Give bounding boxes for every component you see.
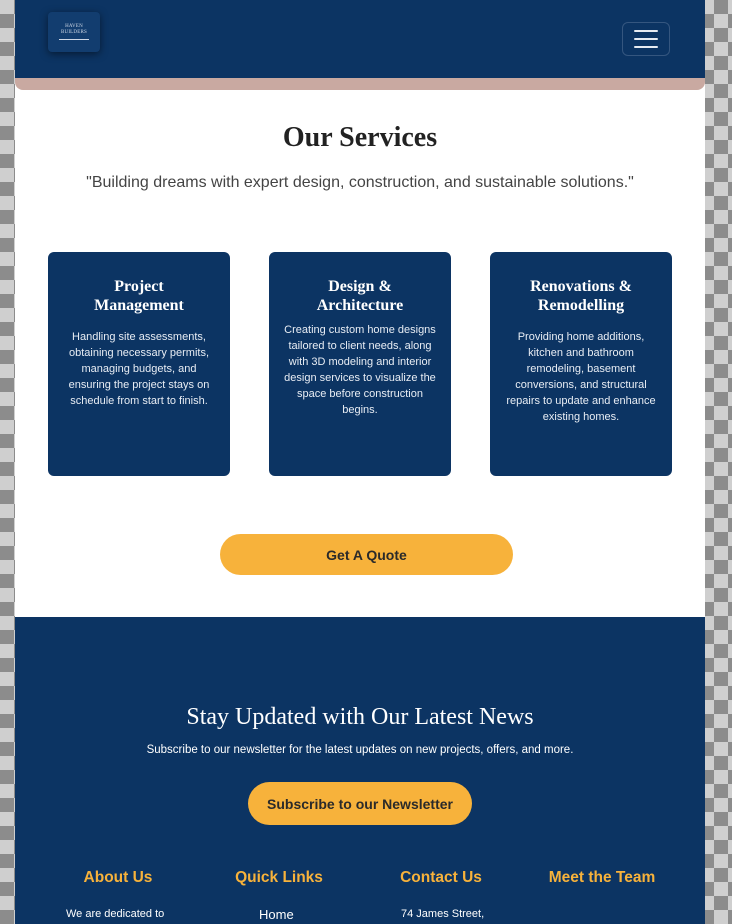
footer-col-quick-links: Quick Links [199,869,359,887]
logo-line-2: BUILDERS [60,30,88,35]
footer-link-home[interactable]: Home [259,907,294,922]
newsletter-subtitle: Subscribe to our newsletter for the late… [146,744,574,756]
page: HAVEN BUILDERS Our Services "Building dr… [15,0,705,924]
logo[interactable]: HAVEN BUILDERS [48,12,100,52]
menu-bar [634,38,658,40]
get-a-quote-button[interactable]: Get A Quote [220,534,513,575]
footer-heading-contact: Contact Us [400,869,482,886]
newsletter-section: Stay Updated with Our Latest News Subscr… [15,617,705,924]
footer-about-text: We are dedicated to [66,908,165,920]
footer-heading-about: About Us [83,869,153,886]
service-card-project-management: Project Management Handling site assessm… [48,252,230,476]
card-text: Creating custom home designs tailored to… [284,324,436,416]
services-section: Our Services "Building dreams with exper… [15,90,705,617]
navbar: HAVEN BUILDERS [15,0,705,78]
subscribe-button[interactable]: Subscribe to our Newsletter [248,782,472,825]
footer-heading-quick-links: Quick Links [235,869,323,886]
card-title: Design & Architecture [316,278,404,314]
logo-divider [59,39,89,40]
card-title: Renovations & Remodelling [530,278,632,314]
footer-col-about: About Us [38,869,198,887]
menu-bar [634,30,658,32]
hamburger-menu-icon[interactable] [622,22,670,56]
navbar-underline [15,78,705,90]
services-subtitle: "Building dreams with expert design, con… [86,174,634,191]
services-title: Our Services [282,122,438,153]
card-text: Handling site assessments, obtaining nec… [68,331,210,407]
service-card-design-architecture: Design & Architecture Creating custom ho… [269,252,451,476]
newsletter-title: Stay Updated with Our Latest News [186,704,534,730]
footer-heading-team: Meet the Team [548,869,656,886]
card-title: Project Management [94,278,184,314]
card-text: Providing home additions, kitchen and ba… [506,331,656,423]
service-card-renovations-remodelling: Renovations & Remodelling Providing home… [490,252,672,476]
footer-col-contact: Contact Us [361,869,521,887]
footer-col-team: Meet the Team [522,869,682,887]
footer-contact-text: 74 James Street, [401,908,485,920]
menu-bar [634,46,658,48]
